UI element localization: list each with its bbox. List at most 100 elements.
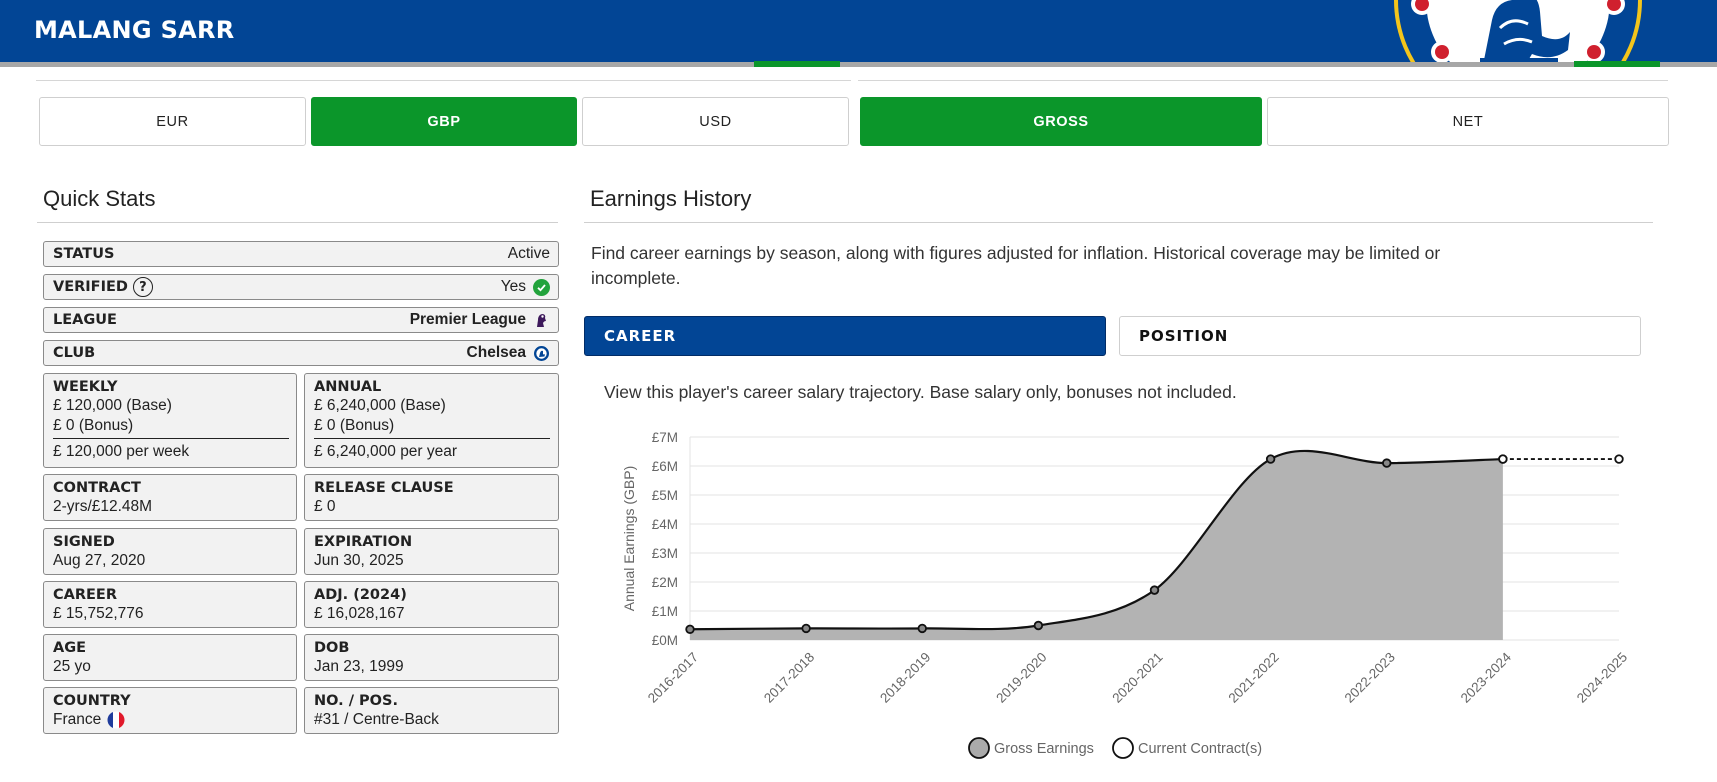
career-box: CAREER £ 15,752,776 (43, 581, 297, 628)
contract-box: CONTRACT 2-yrs/£12.48M (43, 474, 297, 521)
adjusted-label: ADJ. (2024) (314, 587, 407, 603)
club-value[interactable]: Chelsea (467, 344, 526, 362)
quick-stats-heading: Quick Stats (43, 186, 156, 211)
y-tick-label: £0M (652, 633, 678, 648)
signed-box: SIGNED Aug 27, 2020 (43, 528, 297, 575)
weekly-box: WEEKLY £ 120,000 (Base) £ 0 (Bonus) £ 12… (43, 373, 297, 468)
dob-box: DOB Jan 23, 1999 (304, 634, 559, 681)
expiration-value: Jun 30, 2025 (314, 552, 404, 569)
box-divider (53, 438, 289, 439)
annual-bonus: £ 0 (Bonus) (314, 417, 395, 434)
status-value: Active (507, 245, 550, 262)
gross-earnings-point (1033, 620, 1044, 631)
country-value: France (53, 711, 102, 728)
verified-value: Yes (500, 278, 526, 295)
current-contract-point (1498, 454, 1508, 464)
earnings-history-heading: Earnings History (590, 186, 752, 211)
signed-label: SIGNED (53, 534, 115, 550)
header-active-indicator (754, 61, 840, 67)
league-label: LEAGUE (53, 312, 117, 328)
gross-earnings-point (1382, 458, 1392, 468)
verified-row: VERIFIED ? Yes (43, 274, 559, 300)
gross-earnings-point (1265, 454, 1276, 464)
gross-earnings-point (1149, 585, 1160, 595)
net-button[interactable]: NET (1267, 97, 1669, 146)
check-icon (533, 278, 550, 296)
header-active-indicator (1574, 61, 1660, 67)
adjusted-box: ADJ. (2024) £ 16,028,167 (304, 581, 559, 628)
gross-earnings-point (801, 623, 811, 634)
y-tick-label: £6M (652, 459, 678, 474)
gross-button[interactable]: GROSS (860, 97, 1262, 146)
y-tick-label: £1M (652, 604, 678, 619)
x-tick-label: 2020-2021 (1109, 650, 1165, 706)
age-value: 25 yo (53, 658, 91, 675)
country-label: COUNTRY (53, 693, 131, 709)
club-crest-logo (1394, 0, 1642, 62)
divider (858, 80, 1668, 81)
number-position-box: NO. / POS. #31 / Centre-Back (304, 687, 559, 734)
expiration-box: EXPIRATION Jun 30, 2025 (304, 528, 559, 575)
country-value-group: France (53, 710, 287, 730)
help-icon[interactable]: ? (132, 277, 153, 297)
player-name: MALANG SARR (34, 16, 235, 44)
league-row: LEAGUE Premier League (43, 307, 559, 333)
gross-earnings-point (685, 624, 695, 634)
country-box: COUNTRY France (43, 687, 297, 734)
tab-position[interactable]: POSITION (1119, 316, 1641, 356)
y-tick-label: £2M (652, 575, 678, 590)
career-value: £ 15,752,776 (53, 605, 144, 622)
club-value-group[interactable]: Chelsea (467, 344, 550, 362)
status-label: STATUS (53, 246, 115, 262)
section-divider (37, 222, 558, 223)
verified-label-group: VERIFIED ? (53, 277, 153, 297)
annual-label: ANNUAL (314, 379, 382, 395)
league-value[interactable]: Premier League (410, 311, 526, 329)
x-tick-label: 2016-2017 (645, 650, 701, 706)
y-tick-label: £5M (652, 488, 678, 503)
contract-value: 2-yrs/£12.48M (53, 498, 153, 515)
currency-usd-button[interactable]: USD (582, 97, 849, 146)
section-divider (584, 222, 1653, 223)
annual-total: £ 6,240,000 per year (314, 443, 458, 460)
weekly-bonus: £ 0 (Bonus) (53, 417, 134, 434)
number-position-label: NO. / POS. (314, 693, 398, 709)
box-divider (314, 438, 550, 439)
currency-gbp-button[interactable]: GBP (311, 97, 577, 146)
divider (36, 80, 851, 81)
y-tick-label: £4M (652, 517, 678, 532)
y-tick-label: £3M (652, 546, 678, 561)
x-tick-label: 2017-2018 (761, 650, 817, 706)
annual-base: £ 6,240,000 (Base) (314, 397, 446, 414)
x-tick-label: 2024-2025 (1574, 650, 1630, 706)
league-value-group[interactable]: Premier League (410, 311, 550, 329)
release-clause-value: £ 0 (314, 498, 336, 515)
premier-league-icon (537, 313, 546, 327)
x-tick-label: 2018-2019 (877, 650, 933, 706)
x-tick-label: 2021-2022 (1225, 650, 1281, 706)
weekly-total: £ 120,000 per week (53, 443, 190, 460)
expiration-label: EXPIRATION (314, 534, 413, 550)
verified-value-group: Yes (501, 278, 550, 296)
weekly-label: WEEKLY (53, 379, 118, 395)
dob-value: Jan 23, 1999 (314, 658, 404, 675)
chart-description: View this player's career salary traject… (604, 382, 1237, 402)
x-tick-label: 2022-2023 (1342, 650, 1398, 706)
contract-label: CONTRACT (53, 480, 141, 496)
legend-gross-label: Gross Earnings (994, 741, 1094, 757)
gross-earnings-point (917, 623, 927, 634)
dob-label: DOB (314, 640, 350, 656)
tab-career[interactable]: CAREER (584, 316, 1106, 356)
earnings-chart: £0M £1M £2M £3M £4M £5M £6M £7M Annual Earnings … (621, 430, 1630, 759)
release-clause-box: RELEASE CLAUSE £ 0 (304, 474, 559, 521)
chelsea-icon (534, 345, 549, 361)
y-tick-label: £7M (652, 430, 678, 445)
status-row: STATUS Active (43, 241, 559, 267)
earnings-intro-text: Find career earnings by season, along wi… (591, 243, 1441, 288)
release-clause-label: RELEASE CLAUSE (314, 480, 454, 496)
page-header: MALANG SARR (0, 0, 1717, 67)
currency-eur-button[interactable]: EUR (39, 97, 306, 146)
current-contract-point (1614, 454, 1624, 464)
verified-label: VERIFIED (53, 279, 128, 295)
age-box: AGE 25 yo (43, 634, 297, 681)
